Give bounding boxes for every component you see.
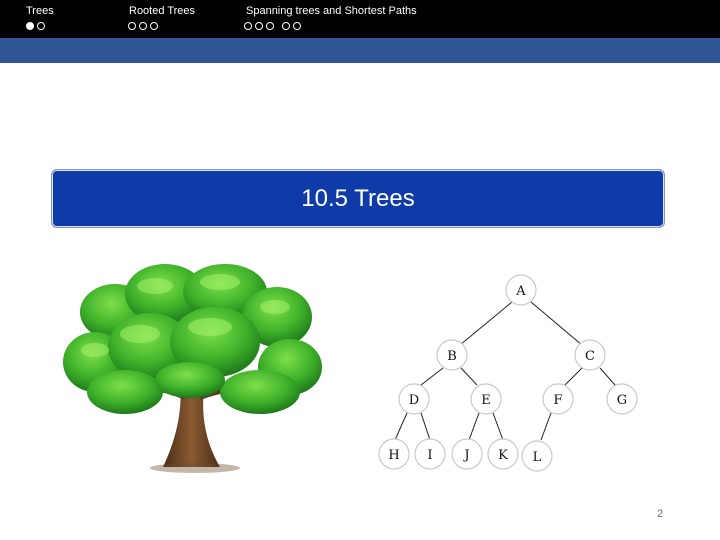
nav-dot[interactable] [293, 21, 301, 30]
node-label: F [553, 393, 562, 408]
node-label: I [427, 448, 432, 463]
node-label: H [388, 448, 399, 463]
node-label: G [617, 393, 627, 408]
node-label: L [533, 450, 542, 465]
node-k: K [487, 438, 519, 470]
node-j: J [451, 438, 483, 470]
nav-section-spanning-trees[interactable]: Spanning trees and Shortest Paths [246, 5, 417, 17]
binary-tree-diagram: A B C D E F G H I J K L [378, 274, 638, 472]
node-label: J [462, 448, 469, 463]
nav-section-label: Trees [26, 5, 54, 17]
nav-dots-trees [26, 17, 48, 30]
node-b: B [436, 339, 468, 371]
nav-section-trees[interactable]: Trees [26, 5, 54, 17]
nav-section-label: Rooted Trees [129, 5, 196, 17]
node-e: E [470, 383, 502, 415]
node-g: G [606, 383, 638, 415]
tree-illustration [63, 264, 322, 473]
nav-dot[interactable] [282, 21, 290, 30]
node-label: E [481, 393, 491, 408]
nav-dots-rooted-trees [128, 17, 161, 30]
header-stripe [0, 38, 720, 63]
nav-dot[interactable] [266, 21, 274, 30]
node-label: K [498, 448, 508, 463]
nav-dot[interactable] [150, 21, 158, 30]
node-label: D [409, 393, 419, 408]
node-label: C [585, 349, 595, 364]
node-l: L [521, 440, 553, 472]
node-c: C [574, 339, 606, 371]
nav-section-label: Spanning trees and Shortest Paths [246, 5, 417, 17]
nav-dots-spanning-trees [244, 17, 304, 30]
node-a: A [505, 274, 537, 306]
tree-edges [394, 301, 616, 441]
nav-dot[interactable] [139, 21, 147, 30]
nav-dot[interactable] [37, 21, 45, 30]
nav-dot-current[interactable] [26, 21, 34, 30]
nav-dot[interactable] [128, 21, 136, 30]
slide-title-box: 10.5 Trees [51, 169, 665, 228]
node-d: D [398, 383, 430, 415]
node-h: H [378, 438, 410, 470]
nav-section-rooted-trees[interactable]: Rooted Trees [129, 5, 195, 17]
nav-dot[interactable] [244, 21, 252, 30]
page-number: 2 [656, 508, 664, 520]
navigation-bar: Trees Rooted Trees Spanning trees and Sh… [0, 0, 720, 38]
slide-title: 10.5 Trees [301, 184, 415, 212]
node-f: F [542, 383, 574, 415]
node-i: I [414, 438, 446, 470]
node-label: B [447, 349, 457, 364]
nav-dot[interactable] [255, 21, 263, 30]
node-label: A [515, 284, 526, 299]
